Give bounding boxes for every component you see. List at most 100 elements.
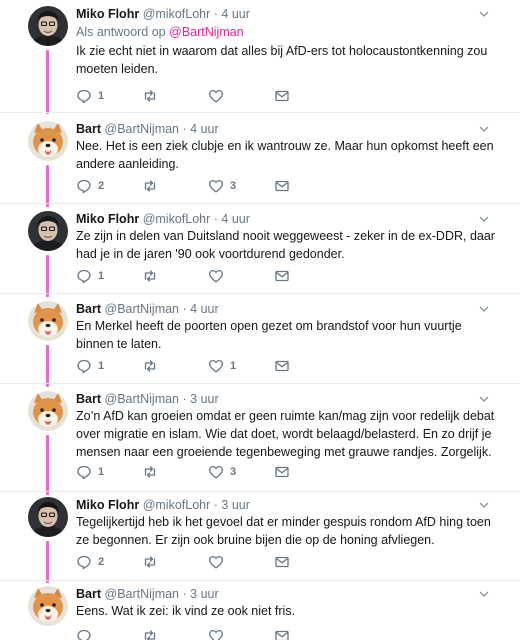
message-button[interactable] [274,178,290,194]
divider [0,491,520,492]
chevron-down-icon[interactable] [478,588,490,600]
tweet-text: Nee. Het is een ziek clubje en ik wantro… [76,139,494,171]
reply-button[interactable]: 1 [76,464,104,480]
thread-line [46,541,49,583]
like-button[interactable] [208,268,230,284]
timestamp[interactable]: 4 uur [221,212,250,226]
tweet-header: Bart @BartNijman · 4 uur [76,121,219,137]
retweet-button[interactable] [142,88,164,104]
author-name[interactable]: Miko Flohr [76,7,139,21]
message-button[interactable] [274,554,290,570]
timestamp[interactable]: 4 uur [221,7,250,21]
like-button[interactable] [208,554,230,570]
separator-dot: · [213,498,218,512]
tweet[interactable]: Bart @BartNijman · 3 uur Zo’n AfD kan gr… [0,391,520,495]
reply-button[interactable]: 2 [76,554,104,570]
retweet-button[interactable] [142,464,164,480]
chevron-down-icon[interactable] [478,213,490,225]
avatar[interactable] [28,121,68,161]
shiba-avatar-icon [28,391,68,431]
reply-mention-link[interactable]: @BartNijman [169,25,244,39]
envelope-icon [275,90,289,102]
timestamp[interactable]: 4 uur [190,122,219,136]
avatar[interactable] [28,301,68,341]
message-button[interactable] [274,464,290,480]
message-button[interactable] [274,358,290,374]
retweet-icon [144,270,156,282]
author-handle[interactable]: @BartNijman [105,392,180,406]
avatar[interactable] [28,391,68,431]
envelope-icon [275,466,289,478]
timestamp[interactable]: 3 uur [221,498,250,512]
avatar[interactable] [28,586,68,626]
retweet-button[interactable] [142,268,164,284]
like-button[interactable] [208,628,224,640]
avatar[interactable] [28,6,68,46]
tweet[interactable]: Miko Flohr @mikofLohr · 3 uur Tegelijker… [0,497,520,583]
tweet-actions: 2 [76,554,306,570]
retweet-button[interactable] [142,628,158,640]
tweet[interactable]: Bart @BartNijman · 4 uur Nee. Het is een… [0,121,520,207]
author-handle[interactable]: @BartNijman [105,587,180,601]
tweet-actions: 1 [76,88,306,104]
author-handle[interactable]: @mikofLohr [143,7,211,21]
author-handle[interactable]: @mikofLohr [143,498,211,512]
author-name[interactable]: Bart [76,587,101,601]
author-handle[interactable]: @BartNijman [105,302,180,316]
reply-button[interactable]: 1 [76,88,104,104]
avatar[interactable] [28,211,68,251]
like-button[interactable]: 3 [208,178,236,194]
tweet-text: Ze zijn in delen van Duitsland nooit weg… [76,229,495,261]
like-button[interactable]: 1 [208,358,236,374]
reply-button[interactable]: 2 [76,178,104,194]
like-count: 3 [230,180,237,192]
reply-icon [77,555,91,570]
avatar[interactable] [28,497,68,537]
heart-icon [208,465,224,479]
retweet-button[interactable] [142,358,164,374]
tweet[interactable]: Bart @BartNijman · 4 uur En Merkel heeft… [0,301,520,387]
envelope-icon [275,270,289,282]
reply-button[interactable]: 1 [76,358,104,374]
author-name[interactable]: Bart [76,122,101,136]
author-handle[interactable]: @mikofLohr [143,212,211,226]
reply-button[interactable]: 1 [76,268,104,284]
reply-button[interactable] [76,628,92,640]
like-button[interactable] [208,88,230,104]
heart-icon [208,359,224,373]
tweet[interactable]: Miko Flohr @mikofLohr · 4 uur Als antwoo… [0,6,520,114]
tweet-text: Zo’n AfD kan groeien omdat er geen ruimt… [76,409,495,459]
heart-icon [208,555,224,569]
tweet-actions: 1 3 [76,464,306,480]
reply-count: 1 [98,270,105,282]
chevron-down-icon[interactable] [478,123,490,135]
chevron-down-icon[interactable] [478,303,490,315]
like-button[interactable]: 3 [208,464,236,480]
tweet[interactable]: Miko Flohr @mikofLohr · 4 uur Ze zijn in… [0,211,520,297]
shiba-avatar-icon [28,121,68,161]
timestamp[interactable]: 3 uur [190,587,219,601]
author-name[interactable]: Bart [76,302,101,316]
chevron-down-icon[interactable] [478,8,490,20]
timestamp[interactable]: 3 uur [190,392,219,406]
author-handle[interactable]: @BartNijman [105,122,180,136]
separator-dot: · [213,7,218,21]
timestamp[interactable]: 4 uur [190,302,219,316]
reply-icon [77,629,91,640]
divider [0,383,520,384]
author-name[interactable]: Miko Flohr [76,212,139,226]
message-button[interactable] [274,88,290,104]
tweet[interactable]: Bart @BartNijman · 3 uur Eens. Wat ik ze… [0,586,520,640]
message-button[interactable] [274,628,290,640]
separator-dot: · [213,212,218,226]
author-name[interactable]: Bart [76,392,101,406]
chevron-down-icon[interactable] [478,499,490,511]
tweet-text: Tegelijkertijd heb ik het gevoel dat er … [76,515,491,547]
retweet-button[interactable] [142,554,164,570]
chevron-down-icon[interactable] [478,393,490,405]
message-button[interactable] [274,268,290,284]
author-name[interactable]: Miko Flohr [76,498,139,512]
retweet-button[interactable] [142,178,164,194]
envelope-icon [275,556,289,568]
shiba-avatar-icon [28,586,68,626]
